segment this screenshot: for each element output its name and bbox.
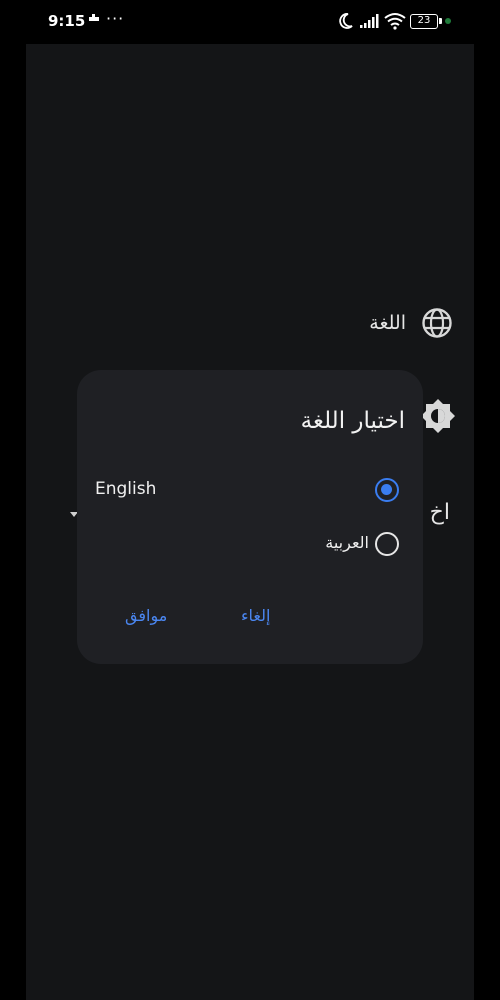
status-time: 9:15 — [48, 12, 86, 30]
language-dialog: اختيار اللغة English العربية موافق إلغاء — [77, 370, 423, 664]
setting-language-label: اللغة — [369, 312, 406, 334]
language-option-english[interactable]: English — [77, 468, 423, 512]
ok-button[interactable]: موافق — [125, 606, 167, 625]
wifi-icon — [384, 12, 406, 34]
dialog-title: اختيار اللغة — [300, 408, 405, 434]
privacy-indicator-dot — [445, 18, 451, 24]
theme-brightness-icon[interactable] — [420, 398, 456, 438]
globe-icon — [420, 306, 454, 340]
option-label-english: English — [95, 479, 157, 499]
language-option-arabic[interactable]: العربية — [77, 522, 423, 566]
app-notification-icon — [88, 12, 100, 25]
radio-english[interactable] — [375, 478, 399, 502]
status-bar: 9:15 ··· 23 — [0, 0, 500, 44]
battery-icon: 23 — [410, 14, 442, 29]
cancel-button[interactable]: إلغاء — [241, 606, 270, 625]
screen: 9:15 ··· 23 اللغة اخ اختيار اللغة Englis… — [0, 0, 500, 1000]
radio-arabic[interactable] — [375, 532, 399, 556]
moon-icon — [338, 12, 354, 34]
setting-row-partial-label: اخ — [429, 500, 450, 525]
setting-row-language[interactable]: اللغة — [369, 306, 454, 340]
more-notifications-icon: ··· — [106, 9, 125, 28]
option-label-arabic: العربية — [325, 533, 369, 552]
signal-icon — [359, 13, 379, 33]
